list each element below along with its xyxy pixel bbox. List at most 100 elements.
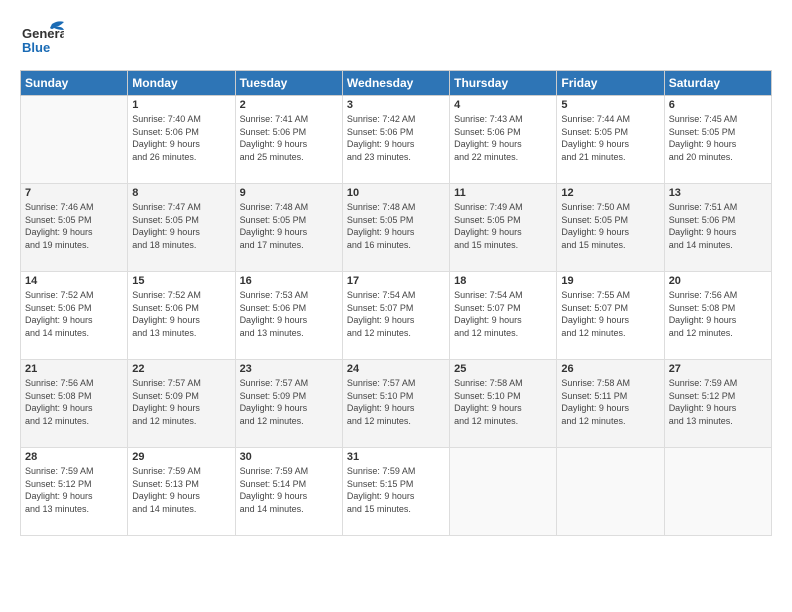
calendar-week-row: 14 Sunrise: 7:52 AM Sunset: 5:06 PM Dayli… <box>21 272 772 360</box>
calendar-day-cell: 15Sunrise: 7:52 AM Sunset: 5:06 PM Dayli… <box>128 272 235 360</box>
day-number: 14 <box>25 275 123 287</box>
day-number: 2 <box>240 99 338 111</box>
calendar-header-saturday: Saturday <box>664 71 771 96</box>
day-info: Sunrise: 7:59 AM Sunset: 5:12 PM Dayligh… <box>669 377 767 427</box>
day-info: Sunrise: 7:56 AM Sunset: 5:08 PM Dayligh… <box>25 377 123 427</box>
calendar-day-cell: 11 Sunrise: 7:49 AM Sunset: 5:05 PM Dayli… <box>450 184 557 272</box>
day-number: 11 <box>454 187 552 199</box>
calendar-day-cell: 21 Sunrise: 7:56 AM Sunset: 5:08 PM Dayli… <box>21 360 128 448</box>
day-info: Sunrise: 7:51 AM Sunset: 5:06 PM Dayligh… <box>669 201 767 251</box>
day-info: Sunrise: 7:59 AM Sunset: 5:14 PM Dayligh… <box>240 465 338 515</box>
day-number: 10 <box>347 187 445 199</box>
calendar-day-cell: 7Sunrise: 7:46 AM Sunset: 5:05 PM Daylig… <box>21 184 128 272</box>
calendar-header-tuesday: Tuesday <box>235 71 342 96</box>
day-number: 5 <box>561 99 659 111</box>
day-number: 19 <box>561 275 659 287</box>
calendar-header-monday: Monday <box>128 71 235 96</box>
page: General Blue SundayMondayTuesdayWednesda… <box>0 0 792 612</box>
calendar-day-cell: 6 Sunrise: 7:45 AM Sunset: 5:05 PM Daylig… <box>664 96 771 184</box>
calendar-day-cell: 17 Sunrise: 7:54 AM Sunset: 5:07 PM Dayli… <box>342 272 449 360</box>
calendar-day-cell: 12 Sunrise: 7:50 AM Sunset: 5:05 PM Dayli… <box>557 184 664 272</box>
calendar-day-cell: 26Sunrise: 7:58 AM Sunset: 5:11 PM Dayli… <box>557 360 664 448</box>
day-number: 1 <box>132 99 230 111</box>
day-info: Sunrise: 7:42 AM Sunset: 5:06 PM Dayligh… <box>347 113 445 163</box>
day-info: Sunrise: 7:52 AM Sunset: 5:06 PM Dayligh… <box>25 289 123 339</box>
day-number: 23 <box>240 363 338 375</box>
calendar-day-cell: 30 Sunrise: 7:59 AM Sunset: 5:14 PM Dayli… <box>235 448 342 536</box>
calendar-week-row: 1Sunrise: 7:40 AM Sunset: 5:06 PM Daylig… <box>21 96 772 184</box>
day-info: Sunrise: 7:41 AM Sunset: 5:06 PM Dayligh… <box>240 113 338 163</box>
calendar-week-row: 7Sunrise: 7:46 AM Sunset: 5:05 PM Daylig… <box>21 184 772 272</box>
day-info: Sunrise: 7:44 AM Sunset: 5:05 PM Dayligh… <box>561 113 659 163</box>
calendar-header-wednesday: Wednesday <box>342 71 449 96</box>
day-info: Sunrise: 7:59 AM Sunset: 5:12 PM Dayligh… <box>25 465 123 515</box>
calendar-day-cell: 22Sunrise: 7:57 AM Sunset: 5:09 PM Dayli… <box>128 360 235 448</box>
day-number: 25 <box>454 363 552 375</box>
calendar-table: SundayMondayTuesdayWednesdayThursdayFrid… <box>20 70 772 536</box>
header: General Blue <box>20 16 772 60</box>
calendar-day-cell: 29 Sunrise: 7:59 AM Sunset: 5:13 PM Dayli… <box>128 448 235 536</box>
day-info: Sunrise: 7:57 AM Sunset: 5:09 PM Dayligh… <box>240 377 338 427</box>
day-number: 18 <box>454 275 552 287</box>
day-info: Sunrise: 7:54 AM Sunset: 5:07 PM Dayligh… <box>454 289 552 339</box>
day-number: 28 <box>25 451 123 463</box>
calendar-day-cell: 5 Sunrise: 7:44 AM Sunset: 5:05 PM Daylig… <box>557 96 664 184</box>
calendar-day-cell: 23 Sunrise: 7:57 AM Sunset: 5:09 PM Dayli… <box>235 360 342 448</box>
day-info: Sunrise: 7:54 AM Sunset: 5:07 PM Dayligh… <box>347 289 445 339</box>
calendar-header-row: SundayMondayTuesdayWednesdayThursdayFrid… <box>21 71 772 96</box>
day-info: Sunrise: 7:58 AM Sunset: 5:10 PM Dayligh… <box>454 377 552 427</box>
day-number: 20 <box>669 275 767 287</box>
day-info: Sunrise: 7:57 AM Sunset: 5:10 PM Dayligh… <box>347 377 445 427</box>
day-number: 21 <box>25 363 123 375</box>
day-number: 31 <box>347 451 445 463</box>
day-info: Sunrise: 7:49 AM Sunset: 5:05 PM Dayligh… <box>454 201 552 251</box>
day-number: 22 <box>132 363 230 375</box>
day-info: Sunrise: 7:59 AM Sunset: 5:15 PM Dayligh… <box>347 465 445 515</box>
day-info: Sunrise: 7:48 AM Sunset: 5:05 PM Dayligh… <box>240 201 338 251</box>
calendar-day-cell: 27Sunrise: 7:59 AM Sunset: 5:12 PM Dayli… <box>664 360 771 448</box>
calendar-day-cell: 16Sunrise: 7:53 AM Sunset: 5:06 PM Dayli… <box>235 272 342 360</box>
day-info: Sunrise: 7:50 AM Sunset: 5:05 PM Dayligh… <box>561 201 659 251</box>
logo: General Blue <box>20 16 64 60</box>
calendar-day-cell: 25 Sunrise: 7:58 AM Sunset: 5:10 PM Dayli… <box>450 360 557 448</box>
calendar-day-cell: 13 Sunrise: 7:51 AM Sunset: 5:06 PM Dayli… <box>664 184 771 272</box>
calendar-day-cell: 3Sunrise: 7:42 AM Sunset: 5:06 PM Daylig… <box>342 96 449 184</box>
calendar-day-cell <box>664 448 771 536</box>
calendar-header-friday: Friday <box>557 71 664 96</box>
calendar-header-sunday: Sunday <box>21 71 128 96</box>
day-info: Sunrise: 7:59 AM Sunset: 5:13 PM Dayligh… <box>132 465 230 515</box>
day-number: 12 <box>561 187 659 199</box>
calendar-day-cell: 31 Sunrise: 7:59 AM Sunset: 5:15 PM Dayli… <box>342 448 449 536</box>
day-number: 30 <box>240 451 338 463</box>
calendar-day-cell: 19 Sunrise: 7:55 AM Sunset: 5:07 PM Dayli… <box>557 272 664 360</box>
day-info: Sunrise: 7:48 AM Sunset: 5:05 PM Dayligh… <box>347 201 445 251</box>
calendar-day-cell: 1Sunrise: 7:40 AM Sunset: 5:06 PM Daylig… <box>128 96 235 184</box>
calendar-week-row: 28 Sunrise: 7:59 AM Sunset: 5:12 PM Dayli… <box>21 448 772 536</box>
day-number: 9 <box>240 187 338 199</box>
calendar-day-cell: 24 Sunrise: 7:57 AM Sunset: 5:10 PM Dayli… <box>342 360 449 448</box>
day-number: 24 <box>347 363 445 375</box>
calendar-day-cell <box>557 448 664 536</box>
calendar-week-row: 21 Sunrise: 7:56 AM Sunset: 5:08 PM Dayli… <box>21 360 772 448</box>
calendar-header-thursday: Thursday <box>450 71 557 96</box>
day-number: 13 <box>669 187 767 199</box>
day-info: Sunrise: 7:56 AM Sunset: 5:08 PM Dayligh… <box>669 289 767 339</box>
day-number: 17 <box>347 275 445 287</box>
calendar-day-cell: 10 Sunrise: 7:48 AM Sunset: 5:05 PM Dayli… <box>342 184 449 272</box>
day-info: Sunrise: 7:47 AM Sunset: 5:05 PM Dayligh… <box>132 201 230 251</box>
day-number: 4 <box>454 99 552 111</box>
day-number: 16 <box>240 275 338 287</box>
calendar-day-cell: 14 Sunrise: 7:52 AM Sunset: 5:06 PM Dayli… <box>21 272 128 360</box>
calendar-day-cell: 18 Sunrise: 7:54 AM Sunset: 5:07 PM Dayli… <box>450 272 557 360</box>
calendar-day-cell: 4Sunrise: 7:43 AM Sunset: 5:06 PM Daylig… <box>450 96 557 184</box>
day-info: Sunrise: 7:45 AM Sunset: 5:05 PM Dayligh… <box>669 113 767 163</box>
day-info: Sunrise: 7:58 AM Sunset: 5:11 PM Dayligh… <box>561 377 659 427</box>
day-number: 6 <box>669 99 767 111</box>
day-number: 29 <box>132 451 230 463</box>
calendar-day-cell: 9 Sunrise: 7:48 AM Sunset: 5:05 PM Daylig… <box>235 184 342 272</box>
logo-icon: General Blue <box>20 16 64 60</box>
svg-text:Blue: Blue <box>22 40 50 55</box>
day-info: Sunrise: 7:55 AM Sunset: 5:07 PM Dayligh… <box>561 289 659 339</box>
calendar-day-cell: 8Sunrise: 7:47 AM Sunset: 5:05 PM Daylig… <box>128 184 235 272</box>
calendar-day-cell: 28 Sunrise: 7:59 AM Sunset: 5:12 PM Dayli… <box>21 448 128 536</box>
